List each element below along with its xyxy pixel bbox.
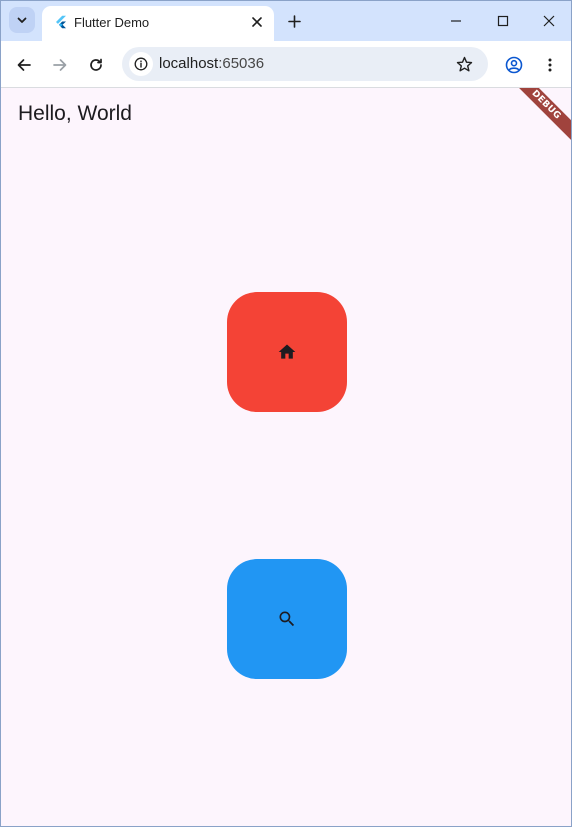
search-icon xyxy=(279,611,295,627)
bookmark-button[interactable] xyxy=(454,54,474,74)
reload-button[interactable] xyxy=(83,52,109,78)
arrow-forward-icon xyxy=(53,59,67,71)
home-icon xyxy=(278,344,296,359)
close-icon xyxy=(543,15,555,27)
info-icon xyxy=(134,57,148,71)
close-icon xyxy=(252,17,262,27)
back-button[interactable] xyxy=(11,52,37,78)
tab-title: Flutter Demo xyxy=(74,15,150,30)
url-port: :65036 xyxy=(218,55,265,72)
arrow-back-icon xyxy=(17,59,31,71)
tab-strip: Flutter Demo xyxy=(1,1,571,41)
address-bar[interactable]: localhost:65036 xyxy=(122,47,488,81)
debug-banner: DEBUG xyxy=(502,88,571,149)
new-tab-button[interactable] xyxy=(283,10,305,32)
tab-search-button[interactable] xyxy=(9,7,35,33)
browser-toolbar: localhost:65036 xyxy=(1,41,571,88)
plus-icon xyxy=(287,14,301,28)
greeting-text: Hello, World xyxy=(18,102,132,125)
close-tab-button[interactable] xyxy=(248,13,266,31)
flutter-logo-icon xyxy=(56,15,66,29)
forward-button[interactable] xyxy=(47,52,73,78)
maximize-button[interactable] xyxy=(480,6,526,36)
star-icon xyxy=(456,56,472,71)
reload-icon xyxy=(90,58,102,71)
chevron-down-icon xyxy=(17,17,27,23)
url-host: localhost xyxy=(159,55,219,72)
active-tab[interactable]: Flutter Demo xyxy=(42,6,274,41)
profile-button[interactable] xyxy=(501,52,527,78)
account-icon xyxy=(505,56,523,74)
home-tile-button[interactable] xyxy=(227,292,347,412)
more-vert-icon xyxy=(548,58,552,72)
site-info-button[interactable] xyxy=(129,52,153,76)
browser-menu-button[interactable] xyxy=(537,52,563,78)
app-page: Hello, World DEBUG xyxy=(1,88,571,826)
maximize-icon xyxy=(497,15,509,27)
minimize-button[interactable] xyxy=(433,6,479,36)
minimize-icon xyxy=(451,20,461,22)
browser-window: Flutter Demo localhost:65036 Hello, Worl… xyxy=(0,0,572,827)
url-text[interactable]: localhost:65036 xyxy=(159,55,264,72)
close-window-button[interactable] xyxy=(526,6,571,36)
search-tile-button[interactable] xyxy=(227,559,347,679)
